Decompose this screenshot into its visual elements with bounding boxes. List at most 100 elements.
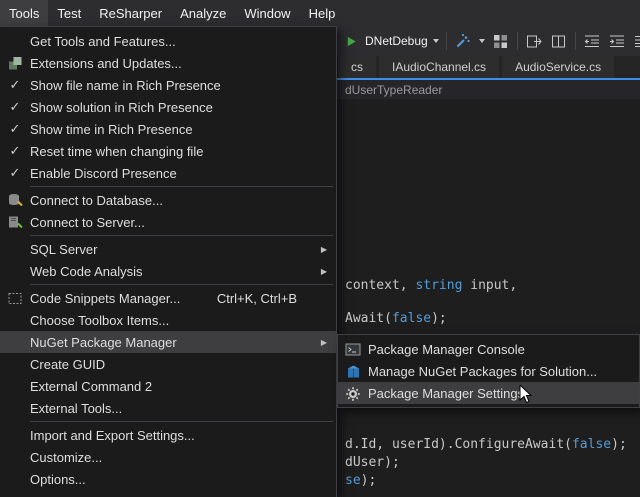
- menu-item-package-manager-console[interactable]: Package Manager Console: [338, 338, 639, 360]
- menu-item-label: Connect to Database...: [30, 193, 331, 208]
- menu-item-label: Get Tools and Features...: [30, 34, 331, 49]
- run-config-label: DNetDebug: [365, 34, 428, 48]
- menu-item-choose-toolbox-items[interactable]: Choose Toolbox Items...: [0, 309, 336, 331]
- menu-item-connect-to-server[interactable]: Connect to Server...: [0, 211, 336, 233]
- menubar-item-help[interactable]: Help: [300, 0, 345, 26]
- menu-item-label: Enable Discord Presence: [30, 166, 331, 181]
- menu-item-show-solution-rich-presence[interactable]: Show solution in Rich Presence: [0, 96, 336, 118]
- menu-item-options[interactable]: Options...: [0, 468, 336, 490]
- menu-item-show-file-name-rich-presence[interactable]: Show file name in Rich Presence: [0, 74, 336, 96]
- toolbar-separator: [517, 32, 518, 50]
- tools-menu-popup: Get Tools and Features... Extensions and…: [0, 26, 337, 497]
- menu-separator: [30, 186, 333, 187]
- menu-item-web-code-analysis[interactable]: Web Code Analysis: [0, 260, 336, 282]
- checkmark-icon: [0, 118, 30, 140]
- menu-bar: Tools Test ReSharper Analyze Window Help: [0, 0, 640, 26]
- menu-item-label: Customize...: [30, 450, 331, 465]
- package-icon: [338, 360, 368, 382]
- menu-separator: [30, 235, 333, 236]
- checkmark-icon: [0, 162, 30, 184]
- menu-item-manage-nuget-packages-for-solution[interactable]: Manage NuGet Packages for Solution...: [338, 360, 639, 382]
- menu-item-label: Choose Toolbox Items...: [30, 313, 331, 328]
- menu-item-label: Code Snippets Manager...: [30, 291, 217, 306]
- menu-item-get-tools-and-features[interactable]: Get Tools and Features...: [0, 30, 336, 52]
- menu-item-label: SQL Server: [30, 242, 311, 257]
- menu-item-label: Show solution in Rich Presence: [30, 100, 331, 115]
- menu-item-label: Extensions and Updates...: [30, 56, 331, 71]
- menubar-item-tools[interactable]: Tools: [0, 0, 48, 26]
- menu-item-customize[interactable]: Customize...: [0, 446, 336, 468]
- toolbar-separator: [446, 32, 447, 50]
- snippets-icon: [0, 287, 30, 309]
- menu-item-label: Manage NuGet Packages for Solution...: [368, 364, 634, 379]
- menu-item-label: Import and Export Settings...: [30, 428, 331, 443]
- tab-partial[interactable]: cs: [338, 56, 376, 78]
- menubar-item-window[interactable]: Window: [235, 0, 299, 26]
- vs-window: Tools Test ReSharper Analyze Window Help…: [0, 0, 640, 497]
- chevron-down-icon[interactable]: [479, 39, 485, 43]
- grid-icon[interactable]: [492, 31, 510, 51]
- menu-item-label: Package Manager Console: [368, 342, 634, 357]
- database-icon: [0, 189, 30, 211]
- code-line: Await(false);: [345, 311, 447, 326]
- columns-icon[interactable]: [550, 31, 568, 51]
- code-line: se);: [345, 473, 376, 488]
- menu-item-label: External Command 2: [30, 379, 331, 394]
- menu-item-label: Package Manager Settings: [368, 386, 634, 401]
- menu-item-external-tools[interactable]: External Tools...: [0, 397, 336, 419]
- menu-item-label: Show file name in Rich Presence: [30, 78, 331, 93]
- menu-item-sql-server[interactable]: SQL Server: [0, 238, 336, 260]
- menu-separator: [30, 284, 333, 285]
- code-line: context, string input,: [345, 278, 517, 293]
- code-line: dUser);: [345, 455, 400, 470]
- menu-item-label: NuGet Package Manager: [30, 335, 311, 350]
- nuget-submenu-popup: Package Manager Console Manage NuGet Pac…: [337, 334, 640, 408]
- menu-item-show-time-rich-presence[interactable]: Show time in Rich Presence: [0, 118, 336, 140]
- menu-item-label: Options...: [30, 472, 331, 487]
- menu-item-label: External Tools...: [30, 401, 331, 416]
- checkmark-icon: [0, 96, 30, 118]
- submenu-arrow-icon: [311, 245, 331, 254]
- menubar-item-resharper[interactable]: ReSharper: [90, 0, 171, 26]
- checkmark-icon: [0, 140, 30, 162]
- submenu-arrow-icon: [311, 267, 331, 276]
- menubar-item-analyze[interactable]: Analyze: [171, 0, 235, 26]
- menu-item-create-guid[interactable]: Create GUID: [0, 353, 336, 375]
- server-icon: [0, 211, 30, 233]
- menu-item-label: Connect to Server...: [30, 215, 331, 230]
- menubar-item-test[interactable]: Test: [48, 0, 90, 26]
- menu-item-external-command-2[interactable]: External Command 2: [0, 375, 336, 397]
- chevron-down-icon: [433, 39, 439, 43]
- checkmark-icon: [0, 74, 30, 96]
- go-to-icon[interactable]: [525, 31, 543, 51]
- menu-item-label: Create GUID: [30, 357, 331, 372]
- tab-audioservice[interactable]: AudioService.cs: [502, 56, 614, 78]
- wand-icon[interactable]: [454, 31, 472, 51]
- extensions-icon: [0, 52, 30, 74]
- breadcrumb-text: dUserTypeReader: [345, 83, 442, 97]
- menu-item-shortcut: Ctrl+K, Ctrl+B: [217, 291, 297, 306]
- submenu-arrow-icon: [311, 338, 331, 347]
- menu-item-reset-time-when-changing-file[interactable]: Reset time when changing file: [0, 140, 336, 162]
- console-icon: [338, 338, 368, 360]
- indent-decrease-icon[interactable]: [583, 31, 601, 51]
- menu-item-enable-discord-presence[interactable]: Enable Discord Presence: [0, 162, 336, 184]
- menu-item-extensions-and-updates[interactable]: Extensions and Updates...: [0, 52, 336, 74]
- tab-iaudiochannel[interactable]: IAudioChannel.cs: [379, 56, 499, 78]
- menu-separator: [30, 421, 333, 422]
- menu-item-package-manager-settings[interactable]: Package Manager Settings: [338, 382, 639, 404]
- menu-item-label: Reset time when changing file: [30, 144, 331, 159]
- menu-item-connect-to-database[interactable]: Connect to Database...: [0, 189, 336, 211]
- play-icon: [342, 31, 360, 51]
- comment-lines-icon[interactable]: [633, 31, 640, 51]
- menu-item-label: Show time in Rich Presence: [30, 122, 331, 137]
- code-line: d.Id, userId).ConfigureAwait(false);: [345, 437, 627, 452]
- menu-item-code-snippets-manager[interactable]: Code Snippets Manager... Ctrl+K, Ctrl+B: [0, 287, 336, 309]
- start-debug-button[interactable]: DNetDebug: [342, 31, 439, 51]
- toolbar-separator: [575, 32, 576, 50]
- gear-icon: [338, 382, 368, 404]
- menu-item-label: Web Code Analysis: [30, 264, 311, 279]
- menu-item-nuget-package-manager[interactable]: NuGet Package Manager: [0, 331, 336, 353]
- menu-item-import-export-settings[interactable]: Import and Export Settings...: [0, 424, 336, 446]
- indent-increase-icon[interactable]: [608, 31, 626, 51]
